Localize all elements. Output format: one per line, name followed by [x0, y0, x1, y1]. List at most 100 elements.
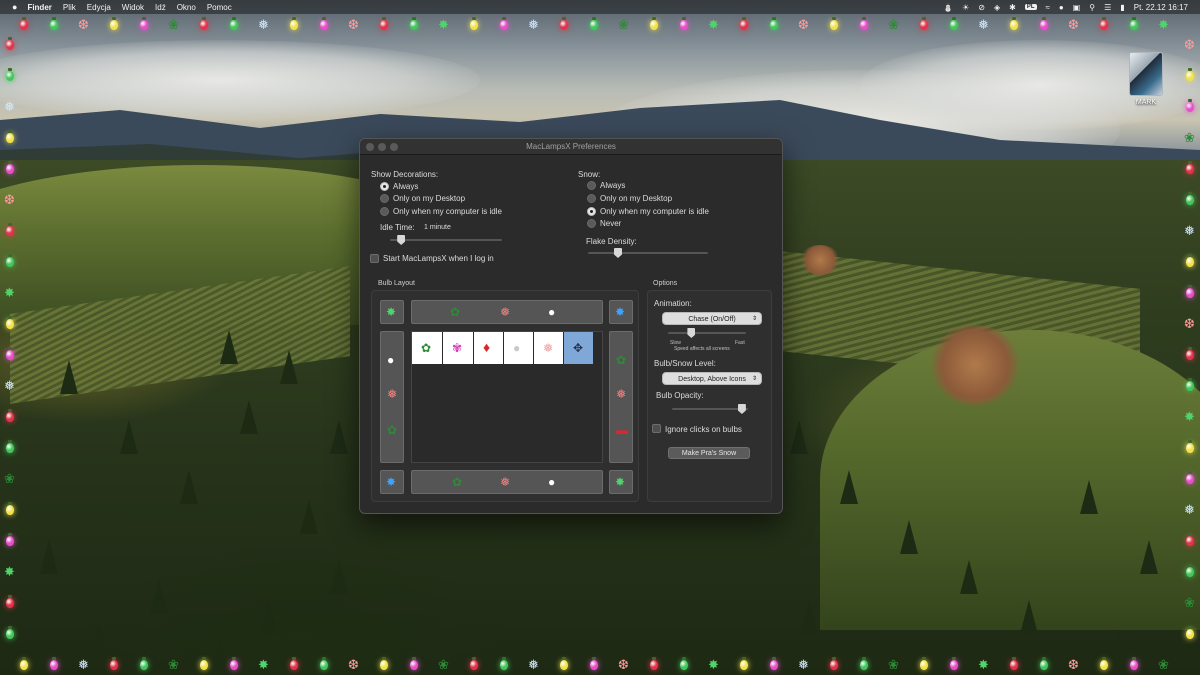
bluetooth-icon[interactable]: ✱: [1009, 3, 1016, 12]
blocked-icon[interactable]: ⊘: [978, 3, 985, 12]
snowflake-icon: ❅: [528, 657, 539, 672]
snow-never-label[interactable]: Never: [600, 219, 621, 228]
wallpaper-autumn-tree: [800, 245, 840, 275]
user-icon[interactable]: ●: [1059, 3, 1064, 12]
light-bulb-icon: [860, 17, 868, 30]
corner-bottom-right-slot[interactable]: ✸: [609, 470, 633, 494]
light-bulb-icon: [1040, 17, 1048, 30]
corner-top-right-slot[interactable]: ✸: [609, 300, 633, 324]
right-bulb-strip[interactable]: ✿ ❅ ▬: [609, 331, 633, 463]
close-button[interactable]: [366, 143, 374, 151]
menu-item-view[interactable]: Widok: [122, 3, 144, 12]
menu-item-window[interactable]: Okno: [177, 3, 196, 12]
desktop-drive-icon[interactable]: MARK: [1126, 52, 1166, 106]
green-star-bulb-icon: ✸: [4, 285, 15, 300]
holly-icon: ✿: [387, 423, 398, 437]
light-bulb-icon: [830, 17, 838, 30]
palette-move-tool-tile[interactable]: ✥: [564, 332, 593, 364]
corner-bottom-left-slot[interactable]: ✸: [380, 470, 404, 494]
display-icon[interactable]: ▣: [1073, 3, 1081, 12]
hard-drive-icon: [1129, 52, 1163, 96]
light-bulb-icon: [380, 657, 388, 670]
wallpaper-tree: [210, 640, 228, 674]
idle-time-slider-thumb[interactable]: [397, 235, 406, 245]
light-bulb-icon: [230, 657, 238, 670]
palette-white-globe-tile[interactable]: ●: [504, 332, 533, 364]
animation-popup[interactable]: Chase (On/Off) ⇕: [662, 312, 762, 325]
apple-icon[interactable]: ●: [12, 2, 17, 12]
shield-icon[interactable]: ◈: [994, 3, 1000, 12]
menu-app-name[interactable]: Finder: [27, 3, 51, 12]
decorations-always-label[interactable]: Always: [393, 182, 418, 191]
decorations-idle-label[interactable]: Only when my computer is idle: [393, 207, 502, 216]
bulb-snow-level-popup[interactable]: Desktop, Above Icons ⇕: [662, 372, 762, 385]
snowflake-outline-icon: ❆: [1068, 657, 1079, 672]
light-bulb-icon: [20, 17, 28, 30]
speed-slider-track[interactable]: [668, 332, 746, 334]
animation-popup-value: Chase (On/Off): [688, 316, 736, 323]
corner-top-left-slot[interactable]: ✸: [380, 300, 404, 324]
snow-desktop-label[interactable]: Only on my Desktop: [600, 194, 672, 203]
snow-idle-radio[interactable]: [587, 207, 596, 216]
idle-time-slider-track[interactable]: [390, 239, 502, 241]
menu-item-help[interactable]: Pomoc: [207, 3, 232, 12]
flake-density-slider-track[interactable]: [588, 252, 708, 254]
snow-always-label[interactable]: Always: [600, 181, 625, 190]
battery-icon[interactable]: ▮: [1120, 3, 1124, 12]
bulb-snow-level-value: Desktop, Above Icons: [678, 376, 746, 383]
start-at-login-label[interactable]: Start MacLampsX when I log in: [383, 254, 494, 263]
input-source-badge[interactable]: PL: [1024, 4, 1037, 10]
decorations-desktop-label[interactable]: Only on my Desktop: [393, 194, 465, 203]
menu-item-go[interactable]: Idź: [155, 3, 166, 12]
ignore-clicks-label[interactable]: Ignore clicks on bulbs: [665, 425, 742, 434]
bulb-palette-area: ✿ ✾ ♦ ● ❅ ✥: [411, 331, 603, 463]
blue-star-bulb-icon: ✸: [615, 305, 626, 319]
snowflake-icon: ❅: [258, 17, 269, 32]
minimize-button[interactable]: [378, 143, 386, 151]
snowflake-outline-icon: ❆: [348, 657, 359, 672]
wallpaper-tree: [1140, 540, 1158, 574]
snow-always-radio[interactable]: [587, 181, 596, 190]
bulb-opacity-slider-track[interactable]: [672, 408, 748, 410]
bulb-opacity-slider-thumb[interactable]: [737, 404, 746, 414]
zoom-button[interactable]: [390, 143, 398, 151]
menu-item-edit[interactable]: Edycja: [87, 3, 111, 12]
ignore-clicks-checkbox[interactable]: [652, 424, 661, 433]
control-center-icon[interactable]: ☰: [1104, 3, 1111, 12]
wallpaper-tree: [1110, 630, 1128, 664]
light-bulb-icon: [6, 409, 14, 422]
flake-density-slider-thumb[interactable]: [614, 248, 622, 258]
bulb-layout-group: ✸ ✿ ❅ ● ✸ ● ❅ ✿ ✿ ✾ ♦ ● ❅ ✥ ✿ ❅ ▬ ✸ ✿ ❅ …: [371, 290, 639, 502]
palette-pink-flower-tile[interactable]: ✾: [443, 332, 473, 364]
decorations-always-radio[interactable]: [380, 182, 389, 191]
light-bulb-icon: [1186, 626, 1194, 639]
wifi-icon[interactable]: ≈: [1046, 3, 1050, 12]
speed-slider-thumb[interactable]: [687, 328, 696, 338]
light-bulb-icon: [6, 254, 14, 267]
make-snow-button[interactable]: Make Pra's Snow: [668, 447, 750, 459]
white-globe-bulb-icon: ●: [548, 475, 556, 489]
decorations-idle-radio[interactable]: [380, 207, 389, 216]
sun-icon[interactable]: ☀: [962, 3, 969, 12]
menu-item-file[interactable]: Plik: [63, 3, 76, 12]
snowflake-outline-icon: ❅: [500, 475, 511, 489]
bottom-bulb-strip[interactable]: ✿ ❅ ●: [411, 470, 603, 494]
palette-snowflake-tile[interactable]: ❅: [534, 332, 563, 364]
left-bulb-strip[interactable]: ● ❅ ✿: [380, 331, 404, 463]
show-decorations-label: Show Decorations:: [371, 170, 439, 179]
window-title: MacLampsX Preferences: [526, 142, 616, 151]
top-bulb-strip[interactable]: ✿ ❅ ●: [411, 300, 603, 324]
search-icon[interactable]: ⚲: [1089, 3, 1095, 12]
snow-never-radio[interactable]: [587, 219, 596, 228]
palette-holly-tile[interactable]: ✿: [412, 332, 442, 364]
menu-clock[interactable]: Pt. 22.12 16:17: [1134, 3, 1188, 12]
light-bulb-icon: [650, 657, 658, 670]
decorations-desktop-radio[interactable]: [380, 194, 389, 203]
window-titlebar[interactable]: MacLampsX Preferences: [360, 139, 782, 155]
snow-idle-label[interactable]: Only when my computer is idle: [600, 207, 709, 216]
lamp-icon[interactable]: ⛄: [943, 3, 953, 12]
palette-red-chili-tile[interactable]: ♦: [474, 332, 503, 364]
snow-desktop-radio[interactable]: [587, 194, 596, 203]
start-at-login-checkbox[interactable]: [370, 254, 379, 263]
light-bulb-icon: [590, 17, 598, 30]
